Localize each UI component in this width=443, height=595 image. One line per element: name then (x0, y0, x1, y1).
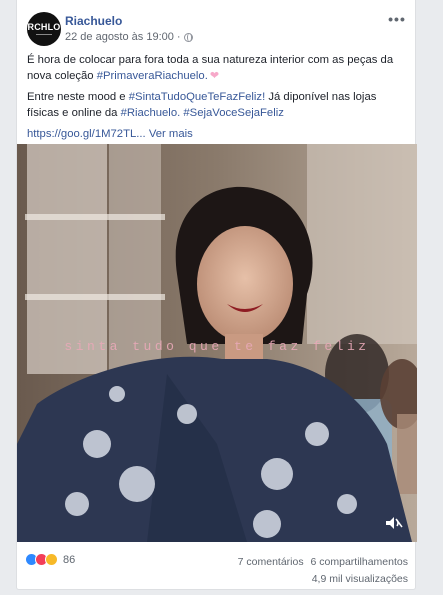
post-meta: 22 de agosto às 19:00 · (65, 31, 193, 43)
video-player[interactable]: sinta tudo que te faz feliz (17, 144, 417, 542)
post-link[interactable]: https://goo.gl/1M72TL... (27, 128, 146, 140)
post-footer: 86 7 comentários 6 compartilhamentos 4,9… (17, 542, 417, 590)
volume-icon[interactable] (385, 516, 403, 530)
video-caption: sinta tudo que te faz feliz (64, 339, 370, 354)
facebook-post: RCHLO Riachuelo 22 de agosto às 19:00 · … (16, 0, 417, 590)
page-name-link[interactable]: Riachuelo (65, 14, 122, 28)
hashtag-primavera[interactable]: #PrimaveraRiachuelo. (97, 70, 208, 82)
more-options-icon[interactable]: ••• (387, 12, 407, 26)
comments-count-link[interactable]: 7 comentários (238, 556, 304, 568)
timestamp-link[interactable]: 22 de agosto às 19:00 (65, 31, 174, 43)
post-text: É hora de colocar para fora toda a sua n… (27, 52, 409, 147)
see-more-link[interactable]: Ver mais (149, 128, 193, 140)
heart-emoji-icon: ❤ (209, 70, 220, 82)
shares-count-link[interactable]: 6 compartilhamentos (311, 556, 408, 568)
post-header: RCHLO Riachuelo 22 de agosto às 19:00 · … (27, 12, 407, 46)
engagement-stats: 7 comentários 6 compartilhamentos 4,9 mi… (234, 554, 408, 588)
avatar-logo-text: RCHLO (27, 22, 61, 32)
wow-reaction-icon (45, 553, 58, 566)
paragraph-2-start: Entre neste mood e (27, 91, 126, 103)
hashtag-seja[interactable]: #SejaVoceSejaFeliz (183, 107, 283, 119)
hashtag-riachuelo[interactable]: #Riachuelo. (121, 107, 181, 119)
reaction-count: 86 (63, 553, 76, 566)
reactions-summary[interactable]: 86 (25, 553, 75, 566)
globe-icon (183, 32, 193, 42)
avatar[interactable]: RCHLO (27, 12, 61, 46)
views-count: 4,9 mil visualizações (311, 573, 408, 585)
hashtag-sinta[interactable]: #SintaTudoQueTeFazFeliz! (129, 91, 265, 103)
